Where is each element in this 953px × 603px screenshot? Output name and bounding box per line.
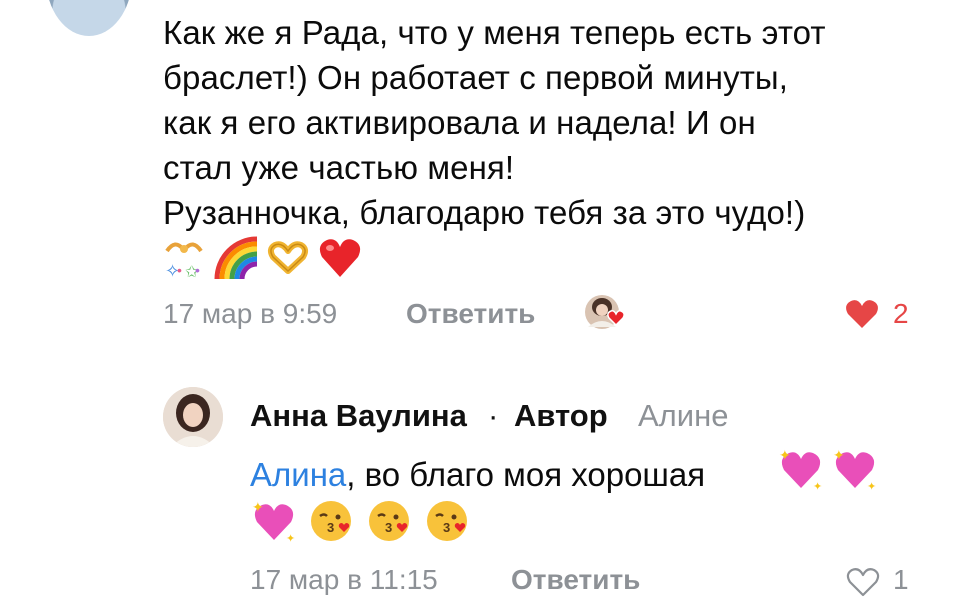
party-popper-icon: ✧ • ✩ • [161, 235, 207, 281]
rainbow-icon [213, 235, 259, 281]
reply-author-name[interactable]: Анна Ваулина [250, 398, 467, 434]
kissing-face-icon: 3 [366, 498, 412, 544]
comment-line: браслет!) Он работает с первой минуты, [163, 59, 788, 96]
reply-date: 17 мар в 11:15 [250, 564, 438, 595]
reply-body: , во благо моя хорошая [346, 456, 706, 493]
comment-emoji-row: ✧ • ✩ • [161, 233, 363, 283]
sparkling-heart-icon: ✦ ✦ [831, 446, 877, 493]
comment-line: Как же я Рада, что у меня теперь есть эт… [163, 14, 826, 51]
reply-button[interactable]: Ответить [406, 298, 535, 330]
commenter-avatar[interactable] [46, 0, 132, 36]
svg-text:3: 3 [443, 520, 450, 535]
svg-text:3: 3 [327, 520, 334, 535]
like-filled-icon[interactable] [844, 298, 880, 330]
red-heart-icon [317, 235, 363, 281]
kissing-face-icon: 3 [424, 498, 470, 544]
svg-text:•: • [177, 262, 182, 278]
reply-to-name[interactable]: Алине [638, 398, 728, 434]
svg-text:3: 3 [385, 520, 392, 535]
like-count: 1 [893, 564, 909, 595]
reply-text: Алина, во благо моя хорошая [250, 452, 705, 497]
mention-link[interactable]: Алина [250, 456, 346, 493]
like-count: 2 [893, 298, 909, 329]
comment-line: стал уже частью меня! [163, 149, 515, 186]
liked-by-author-avatar[interactable] [584, 293, 625, 331]
reply-emoji-tail: ✦ ✦ ✦ ✦ [777, 446, 877, 493]
reply-button[interactable]: Ответить [511, 564, 640, 596]
svg-text:✦: ✦ [286, 533, 295, 544]
comment-line: как я его активировала и надела! И он [163, 104, 756, 141]
like-outline-icon[interactable] [845, 566, 881, 598]
kissing-face-icon: 3 [308, 498, 354, 544]
comment-text: Как же я Рада, что у меня теперь есть эт… [163, 10, 923, 235]
svg-text:✦: ✦ [779, 447, 791, 463]
comment-line: Рузанночка, благодарю тебя за это чудо!) [163, 194, 806, 231]
svg-text:✦: ✦ [867, 481, 876, 492]
author-separator: · [488, 398, 499, 433]
svg-text:✦: ✦ [252, 499, 264, 515]
comment-date: 17 мар в 9:59 [163, 298, 338, 329]
svg-text:✦: ✦ [833, 447, 845, 463]
author-badge: Автор [514, 398, 608, 433]
heart-hands-icon [265, 235, 311, 281]
reply-author-avatar[interactable] [163, 387, 223, 447]
svg-text:•: • [195, 262, 200, 278]
reply-emoji-row: ✦ ✦ 3 3 3 [250, 498, 470, 545]
svg-text:✦: ✦ [813, 481, 822, 492]
sparkling-heart-icon: ✦ ✦ [777, 446, 823, 493]
sparkling-heart-icon: ✦ ✦ [250, 498, 296, 545]
